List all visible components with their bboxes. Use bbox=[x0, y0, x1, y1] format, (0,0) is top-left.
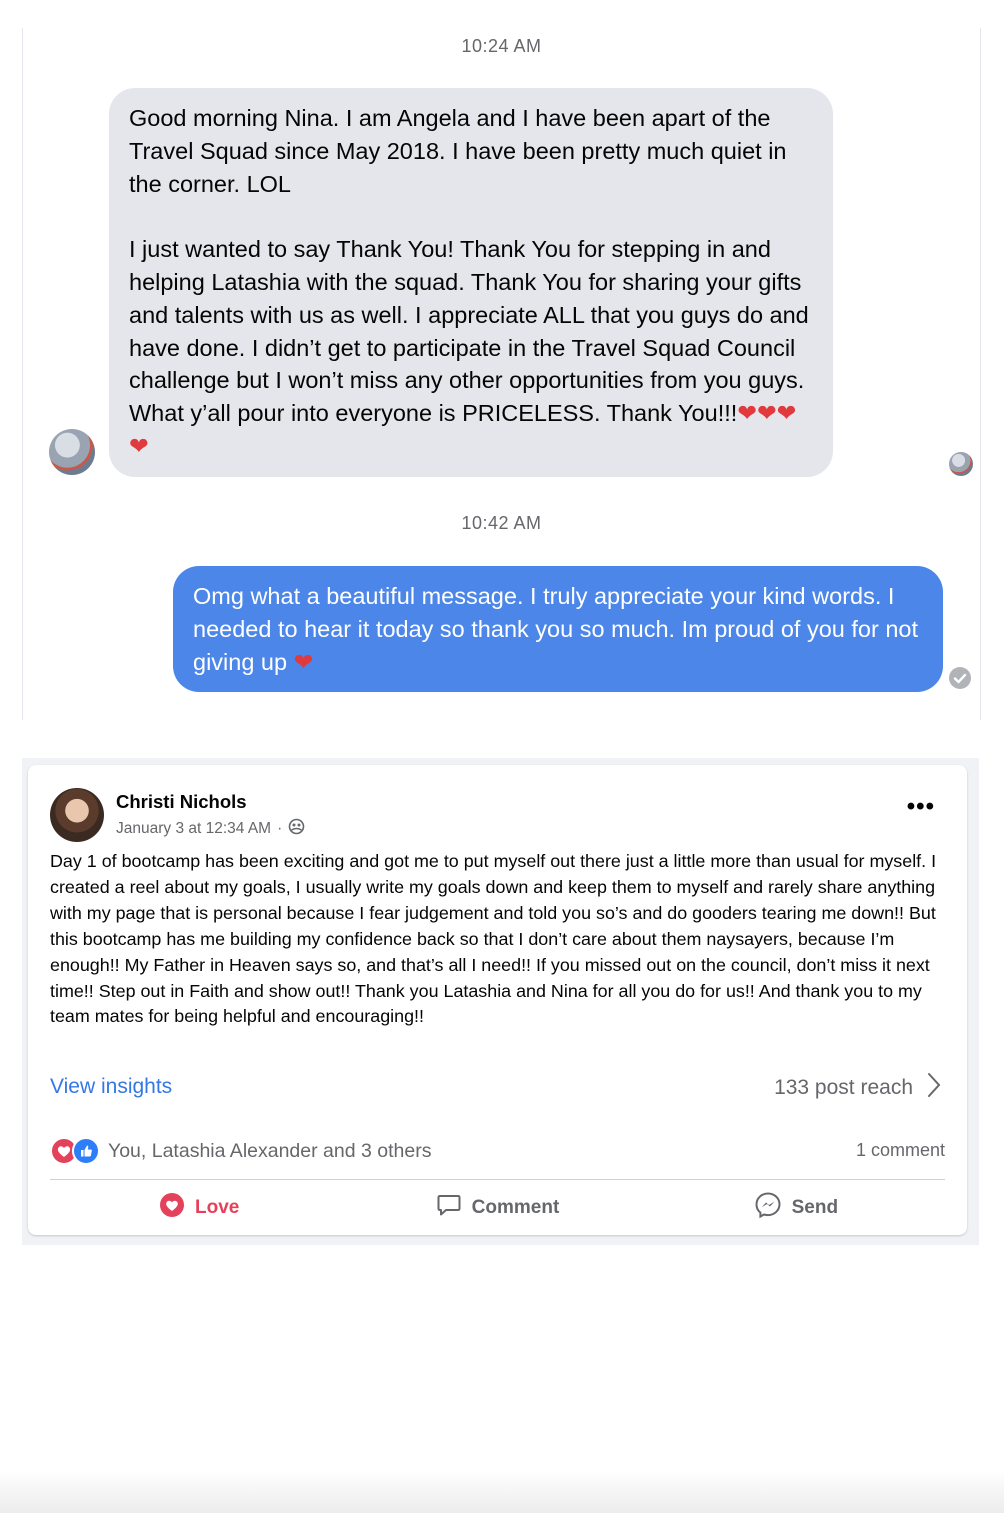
action-divider bbox=[50, 1179, 945, 1180]
bottom-edge bbox=[0, 1470, 1004, 1513]
post-card: Christi Nichols January 3 at 12:34 AM · … bbox=[28, 765, 967, 1235]
send-button[interactable]: Send bbox=[647, 1187, 945, 1229]
message-timestamp: 10:24 AM bbox=[461, 36, 542, 56]
love-button[interactable]: Love bbox=[50, 1187, 348, 1229]
reactions-summary[interactable]: You, Latashia Alexander and 3 others bbox=[50, 1137, 431, 1165]
heart-emoji: ❤ bbox=[293, 648, 314, 675]
chevron-right-icon bbox=[927, 1072, 941, 1104]
like-reaction-icon bbox=[72, 1137, 100, 1165]
post-author[interactable]: Christi Nichols bbox=[116, 791, 247, 813]
reactions-text: You, Latashia Alexander and 3 others bbox=[108, 1139, 432, 1162]
view-insights-link[interactable]: View insights bbox=[50, 1075, 172, 1099]
post-reach-text: 133 post reach bbox=[774, 1076, 913, 1099]
post-meta: January 3 at 12:34 AM · bbox=[116, 818, 305, 840]
send-button-label: Send bbox=[791, 1197, 839, 1218]
comment-button-label: Comment bbox=[471, 1197, 560, 1218]
post-reach-button[interactable]: 133 post reach bbox=[774, 1072, 941, 1104]
chat-thread: 10:24 AM Good morning Nina. I am Angela … bbox=[22, 28, 981, 720]
seen-avatar bbox=[949, 452, 973, 476]
more-options-icon[interactable]: ••• bbox=[907, 793, 935, 821]
comments-count-link[interactable]: 1 comment bbox=[856, 1140, 945, 1161]
group-privacy-icon bbox=[288, 818, 305, 840]
reaction-icons bbox=[50, 1137, 100, 1165]
sent-check-icon bbox=[949, 667, 971, 689]
incoming-message-text: Good morning Nina. I am Angela and I hav… bbox=[129, 105, 809, 427]
heart-icon bbox=[159, 1192, 185, 1224]
love-button-label: Love bbox=[194, 1197, 240, 1218]
sender-avatar[interactable] bbox=[49, 429, 95, 475]
messenger-icon bbox=[754, 1191, 782, 1225]
post-actions-bar: Love Comment Send bbox=[50, 1187, 945, 1229]
post-container: Christi Nichols January 3 at 12:34 AM · … bbox=[22, 758, 979, 1245]
message-timestamp: 10:42 AM bbox=[461, 513, 542, 533]
post-body: Day 1 of bootcamp has been exciting and … bbox=[50, 851, 937, 1027]
post-date[interactable]: January 3 at 12:34 AM bbox=[116, 820, 271, 838]
meta-separator: · bbox=[277, 820, 283, 837]
outgoing-message-bubble[interactable]: Omg what a beautiful message. I truly ap… bbox=[173, 566, 943, 693]
author-avatar[interactable] bbox=[50, 788, 104, 842]
incoming-message-bubble[interactable]: Good morning Nina. I am Angela and I hav… bbox=[109, 88, 833, 477]
comment-icon bbox=[436, 1192, 462, 1224]
comment-button[interactable]: Comment bbox=[348, 1187, 646, 1229]
